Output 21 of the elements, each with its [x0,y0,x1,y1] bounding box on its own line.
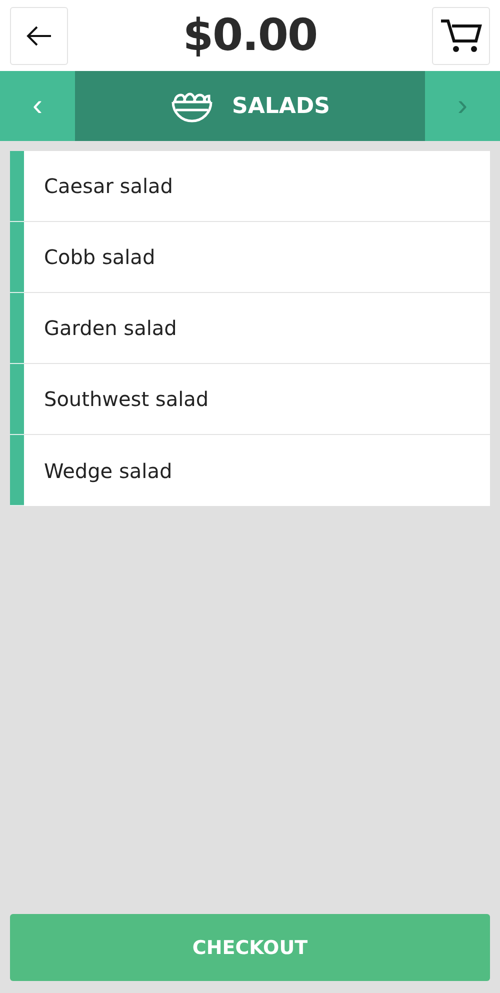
accent-stripe [10,364,24,435]
menu-item[interactable]: Garden salad [10,293,490,364]
accent-stripe [10,151,24,222]
menu-item-name: Wedge salad [44,458,172,482]
back-arrow-icon [26,26,52,46]
accent-stripe [10,435,24,506]
order-total: $0.00 [182,10,318,61]
category-title: SALADS [232,94,330,118]
menu-item-name: Caesar salad [44,174,173,198]
back-button[interactable] [10,6,68,64]
accent-stripe [10,293,24,364]
menu-item-name: Garden salad [44,316,177,340]
cart-button[interactable] [432,6,490,64]
menu-item-name: Cobb salad [44,245,156,269]
menu-item-name: Southwest salad [44,387,209,411]
menu-item[interactable]: Southwest salad [10,364,490,435]
cart-icon [440,18,482,54]
accent-stripe [10,222,24,293]
menu-item[interactable]: Wedge salad [10,435,490,506]
menu-item[interactable]: Caesar salad [10,151,490,222]
menu-item[interactable]: Cobb salad [10,222,490,293]
